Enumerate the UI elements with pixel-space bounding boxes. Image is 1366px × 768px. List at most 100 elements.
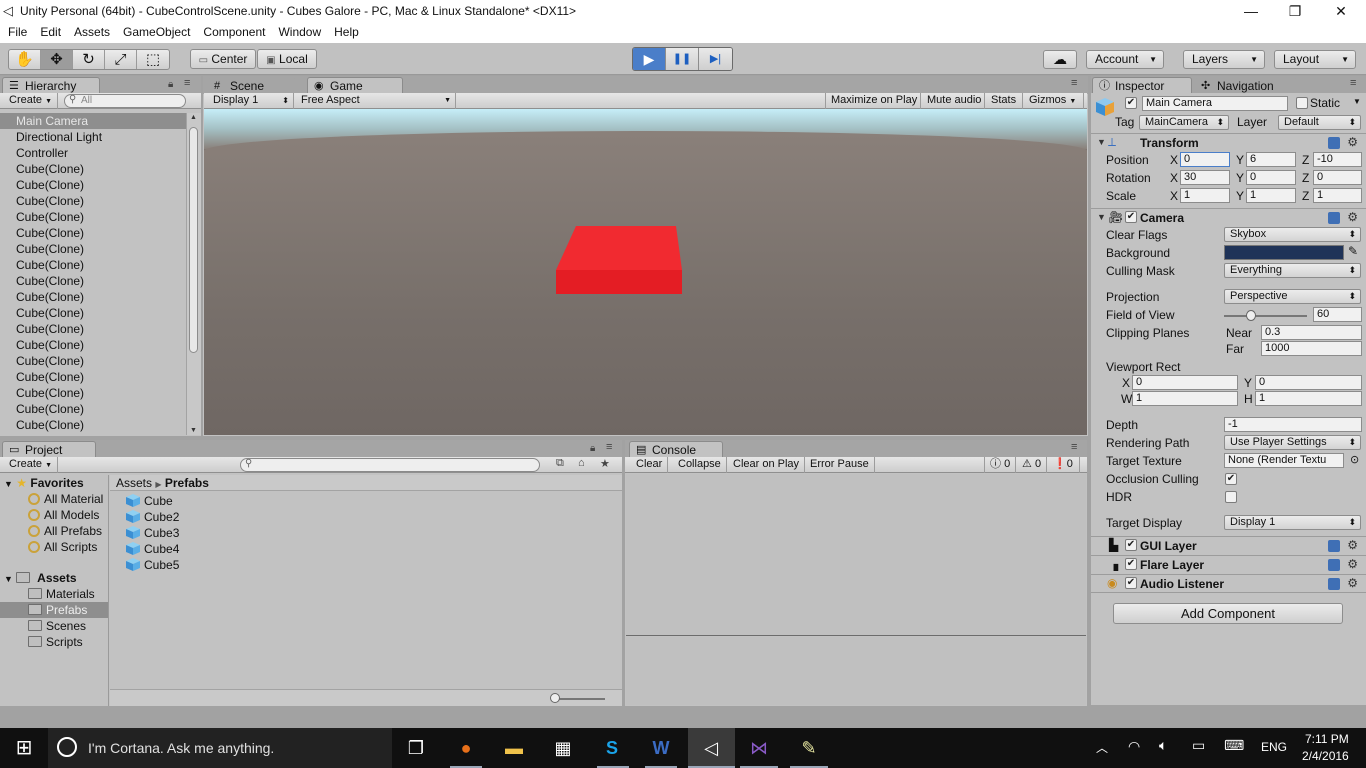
gear-icon[interactable]: ⚙ [1347, 538, 1358, 552]
prefab-item[interactable]: Cube3 [126, 525, 426, 541]
prefab-item[interactable]: Cube [126, 493, 426, 509]
project-create-button[interactable]: Create ▼ [4, 457, 58, 473]
move-tool-icon[interactable]: ✥ [41, 50, 73, 69]
culling-mask-dropdown[interactable]: Everything ⬍ [1224, 263, 1361, 278]
prefab-item[interactable]: Cube5 [126, 557, 426, 573]
layers-dropdown[interactable]: Layers ▼ [1183, 50, 1265, 69]
transform-header[interactable]: ▼ ⟂ Transform ⚙ [1091, 133, 1366, 152]
menu-assets[interactable]: Assets [66, 22, 115, 39]
folder-item[interactable]: Prefabs [0, 602, 108, 618]
wifi-icon[interactable]: ◠ [1128, 738, 1140, 755]
object-picker-icon[interactable]: ⊙ [1350, 453, 1359, 466]
file-explorer-icon[interactable]: ▬ [500, 734, 528, 762]
eyedropper-icon[interactable]: ✎ [1348, 244, 1358, 258]
console-clear-on-play-button[interactable]: Clear on Play [728, 457, 806, 473]
clock-time[interactable]: 7:11 PM [1305, 732, 1349, 746]
far-clip-field[interactable]: 1000 [1261, 341, 1362, 356]
clock-date[interactable]: 2/4/2016 [1302, 749, 1349, 763]
hierarchy-item[interactable]: Cube(Clone) [0, 289, 186, 305]
menu-gameobject[interactable]: GameObject [115, 22, 195, 39]
gui-layer-checkbox[interactable]: ✔ [1125, 539, 1137, 551]
close-button[interactable]: ✕ [1318, 0, 1364, 22]
hierarchy-item[interactable]: Controller [0, 145, 186, 161]
lock-icon[interactable]: 🔒︎ [590, 443, 595, 454]
gameobject-active-checkbox[interactable]: ✔ [1125, 97, 1137, 109]
unity-icon[interactable]: ◁ [697, 734, 725, 762]
depth-field[interactable]: -1 [1224, 417, 1362, 432]
hierarchy-item[interactable]: Cube(Clone) [0, 257, 186, 273]
projection-dropdown[interactable]: Perspective ⬍ [1224, 289, 1361, 304]
panel-menu-icon[interactable]: ≡ [1350, 77, 1356, 89]
add-component-button[interactable]: Add Component [1113, 603, 1343, 624]
near-clip-field[interactable]: 0.3 [1261, 325, 1362, 340]
menu-file[interactable]: File [0, 22, 32, 39]
gear-icon[interactable]: ⚙ [1347, 557, 1358, 571]
hdr-checkbox[interactable] [1225, 491, 1237, 503]
icon-size-slider[interactable] [550, 693, 560, 703]
target-display-dropdown[interactable]: Display 1 ⬍ [1224, 515, 1361, 530]
console-detail-area[interactable] [626, 637, 1086, 705]
keyboard-icon[interactable]: ⌨ [1224, 737, 1244, 754]
hierarchy-item[interactable]: Cube(Clone) [0, 337, 186, 353]
clear-flags-dropdown[interactable]: Skybox ⬍ [1224, 227, 1361, 242]
panel-menu-icon[interactable]: ≡ [184, 77, 190, 89]
console-error-pause-button[interactable]: Error Pause [805, 457, 875, 473]
scale-z-field[interactable]: 1 [1313, 188, 1362, 203]
position-y-field[interactable]: 6 [1246, 152, 1296, 167]
gui-layer-header[interactable]: ▙ ✔ GUI Layer ⚙ [1091, 536, 1366, 555]
viewport-x-field[interactable]: 0 [1132, 375, 1238, 390]
hierarchy-item[interactable]: Cube(Clone) [0, 177, 186, 193]
menu-edit[interactable]: Edit [32, 22, 66, 39]
viewport-h-field[interactable]: 1 [1255, 391, 1362, 406]
favorite-item[interactable]: All Scripts [0, 539, 108, 555]
console-info-toggle[interactable]: ⓘ 0 [984, 457, 1016, 473]
red-cube[interactable] [554, 224, 686, 296]
menu-help[interactable]: Help [326, 22, 364, 39]
tab-project[interactable]: ▭ Project [2, 441, 96, 458]
favorite-item[interactable]: All Models [0, 507, 108, 523]
tab-scene[interactable]: # Scene [207, 77, 297, 94]
cloud-icon[interactable]: ☁ [1043, 50, 1077, 69]
aspect-dropdown[interactable]: Free Aspect ▼ [296, 93, 456, 109]
game-viewport[interactable] [204, 109, 1087, 435]
folder-item[interactable]: Materials [0, 586, 108, 602]
camera-header[interactable]: ▼ 🎥︎ ✔ Camera ⚙ [1091, 208, 1366, 227]
task-view-icon[interactable]: ❐ [402, 734, 430, 762]
flare-layer-checkbox[interactable]: ✔ [1125, 558, 1137, 570]
favorite-item[interactable]: All Material [0, 491, 108, 507]
cortana-search-box[interactable]: I'm Cortana. Ask me anything. [48, 728, 392, 768]
tab-game[interactable]: ◉ Game [307, 77, 403, 94]
tab-inspector[interactable]: ⓘ Inspector [1092, 77, 1192, 94]
stats-toggle[interactable]: Stats [986, 93, 1023, 109]
console-clear-button[interactable]: Clear [631, 457, 669, 473]
target-texture-field[interactable]: None (Render Textu [1224, 453, 1344, 468]
hierarchy-item[interactable]: Directional Light [0, 129, 186, 145]
console-collapse-button[interactable]: Collapse [673, 457, 727, 473]
favorite-item[interactable]: All Prefabs [0, 523, 108, 539]
favorites-header[interactable]: ▼ ★ Favorites [0, 475, 108, 491]
rotate-tool-icon[interactable]: ↻ [73, 50, 105, 69]
scale-y-field[interactable]: 1 [1246, 188, 1296, 203]
volume-icon[interactable]: 🔈︎ [1159, 737, 1167, 754]
help-icon[interactable] [1328, 578, 1340, 590]
firefox-icon[interactable]: ● [452, 734, 480, 762]
folder-item[interactable]: Scenes [0, 618, 108, 634]
rendering-path-dropdown[interactable]: Use Player Settings ⬍ [1224, 435, 1361, 450]
help-icon[interactable] [1328, 212, 1340, 224]
project-search-input[interactable]: ⚲ [240, 458, 540, 472]
hierarchy-item[interactable]: Cube(Clone) [0, 353, 186, 369]
layout-dropdown[interactable]: Layout ▼ [1274, 50, 1356, 69]
rotation-z-field[interactable]: 0 [1313, 170, 1362, 185]
background-color-swatch[interactable] [1224, 245, 1344, 260]
hierarchy-item[interactable]: Cube(Clone) [0, 401, 186, 417]
flare-layer-header[interactable]: ▗ ✔ Flare Layer ⚙ [1091, 555, 1366, 574]
hierarchy-item[interactable]: Cube(Clone) [0, 209, 186, 225]
filter-type-icon[interactable]: ⧉ [556, 457, 564, 470]
hierarchy-item[interactable]: Cube(Clone) [0, 273, 186, 289]
fov-field[interactable]: 60 [1313, 307, 1362, 322]
console-error-toggle[interactable]: ❗0 [1048, 457, 1080, 473]
hierarchy-search-input[interactable]: ⚲ All [64, 94, 186, 108]
chevron-down-icon[interactable]: ▼ [1353, 97, 1361, 106]
star-icon[interactable]: ★ [600, 457, 610, 470]
gear-icon[interactable]: ⚙ [1347, 576, 1358, 590]
